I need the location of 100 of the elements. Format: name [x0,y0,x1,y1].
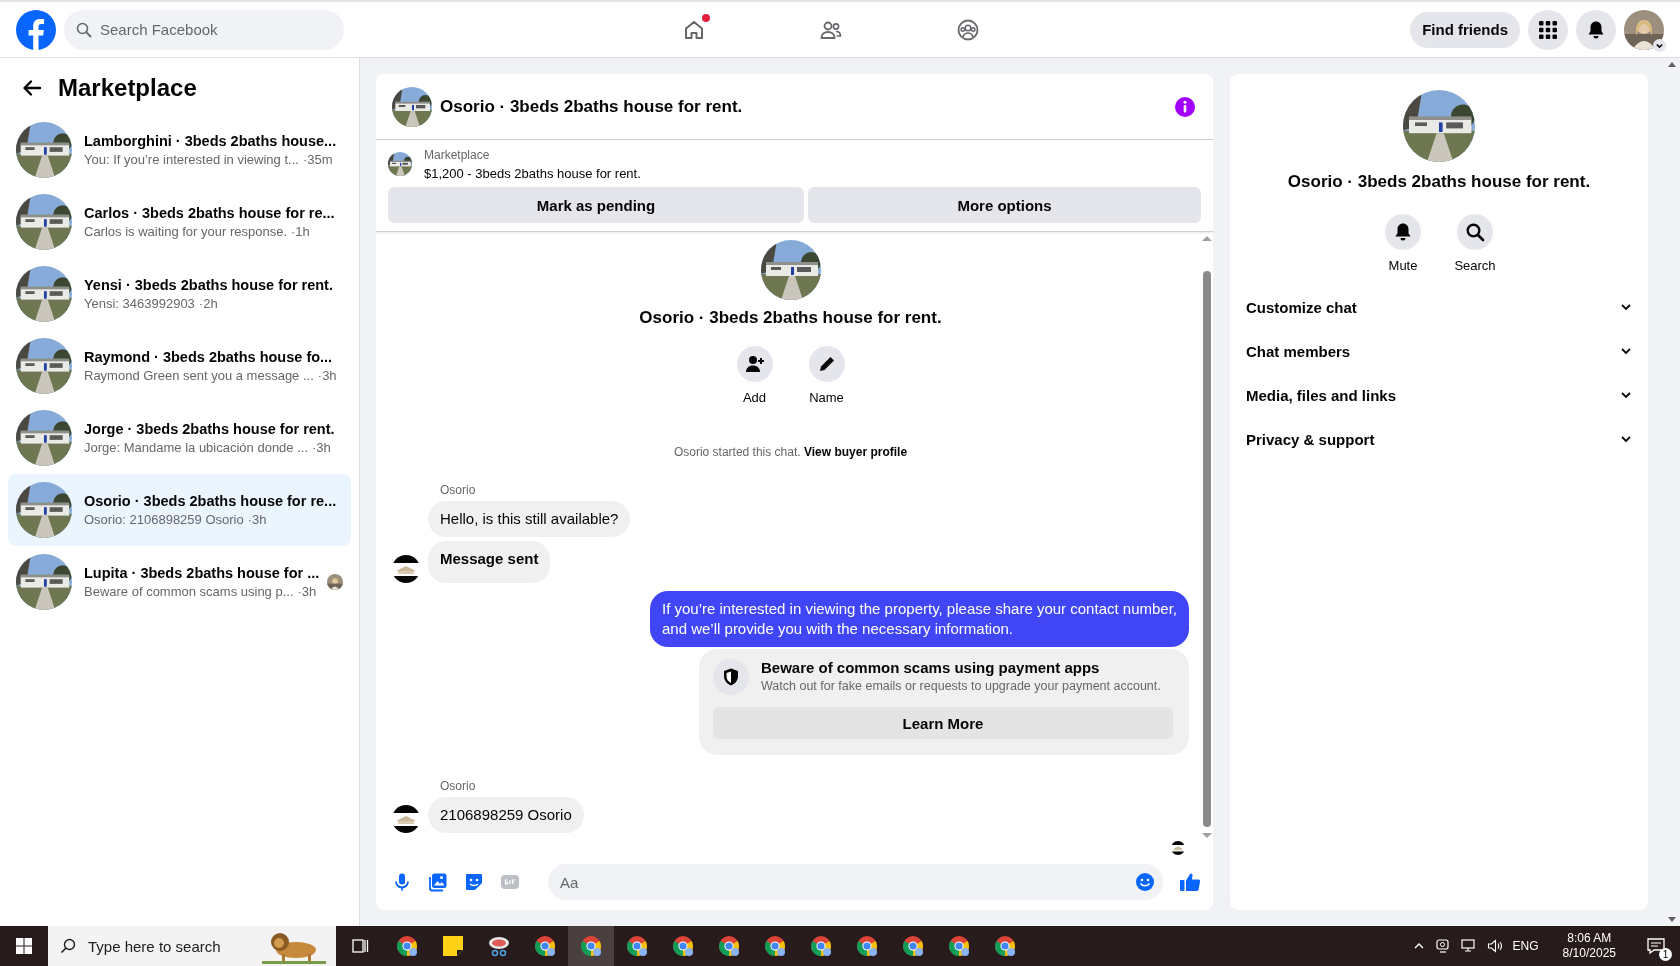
browser-icon [717,934,741,958]
chat-action-label: Name [809,390,844,405]
browser-icon [671,934,695,958]
browser-icon [763,934,787,958]
message-time: ·35m [302,152,333,167]
chat-name: Osorio · 3beds 2baths house for rent. [1287,172,1591,192]
section-header[interactable]: Media, files and links [1246,373,1632,417]
section-header[interactable]: Privacy & support [1246,417,1632,461]
message-preview: Osorio: 2106898259 Osorio [84,512,244,527]
message-time: ·3h [247,512,267,527]
clock-date[interactable]: 8/10/2025 [1562,946,1616,961]
learn-more-button[interactable]: Learn More [713,707,1173,739]
sticky-note-icon [441,934,465,958]
camera-icon[interactable] [1434,938,1451,954]
conversation-item[interactable]: Raymond · 3beds 2baths house fo... Raymond Green sent you a message ... ·3h [8,330,351,402]
conversation-title: Lamborghini · 3beds 2baths house... [84,133,338,149]
task-view-icon[interactable] [351,937,369,955]
browser-icon [533,934,557,958]
sticker-icon[interactable] [464,872,484,892]
chevron-down-icon [1620,301,1632,313]
chat-action-label: Search [1454,258,1496,273]
listing-action-button[interactable]: More options [808,187,1201,223]
groups-icon [955,17,980,42]
logo-icon[interactable] [16,9,56,50]
thumbs-up-icon[interactable] [1179,871,1201,893]
browser-icon [809,934,833,958]
browser-icon [855,934,879,958]
listing-label: Marketplace [424,148,491,162]
bell-icon [1586,19,1606,40]
conversation-title: Carlos · 3beds 2baths house for re... [84,205,336,221]
message-input[interactable]: Aa [548,864,1163,900]
chat-action-button[interactable] [808,346,845,382]
conversation-item[interactable]: Lupita · 3beds 2baths house for ... Beware of common scams using p... ·3h [8,546,351,618]
emoji-icon[interactable] [1135,872,1155,892]
message-bubble: Hello, is this still available? [428,501,631,537]
browser-icon [993,934,1017,958]
message-preview: Yensi: 3463992903 [84,296,195,311]
notification-center-icon[interactable] [1646,936,1666,956]
chat-action-label: Add [742,390,767,405]
photo-icon[interactable] [428,872,448,892]
message-time: ·3h [317,368,337,383]
add-person-icon [744,354,765,374]
section-header[interactable]: Customize chat [1246,285,1632,329]
section-header[interactable]: Chat members [1246,329,1632,373]
message-bubble: 2106898259 Osorio [428,797,584,833]
clock-time[interactable]: 8:06 AM [1567,931,1612,946]
conversation-item[interactable]: Osorio · 3beds 2baths house for re... Osorio: 2106898259 Osorio ·3h [8,474,351,546]
conversation-item[interactable]: Carlos · 3beds 2baths house for re... Carlos is waiting for your response. ·1h [8,186,351,258]
chat-action-button[interactable] [736,346,773,382]
sender-name: Osorio [440,779,477,793]
menu-button[interactable] [1528,9,1568,50]
conversation-title: Osorio · 3beds 2baths house for re... [84,493,338,509]
browser-icon [579,934,603,958]
message-time: ·3h [312,440,331,455]
speaker-icon[interactable] [1486,938,1503,954]
sender-name: Osorio [440,483,477,497]
chat-start-note: Osorio started this chat. View buyer profile [673,445,908,459]
notifications-button[interactable] [1576,9,1616,50]
chevron-down-icon [1620,389,1632,401]
scissors-icon [487,934,511,958]
message-preview: You: If you’re interested in viewing t... [84,152,299,167]
message-bubble: If you’re interested in viewing the property, please share your contact number, and we’ll provide you with the necessary information. [650,591,1189,647]
taskbar-app[interactable] [568,926,614,966]
search-field[interactable]: Search Facebook [64,9,344,50]
chat-action-button[interactable] [1385,214,1421,250]
conversation-item[interactable]: Lamborghini · 3beds 2baths house... You: If you’re interested in viewing t... ·35m [8,114,351,186]
find-friends-button[interactable]: Find friends [1410,11,1520,48]
notification-count: 1 [1659,948,1672,961]
network-icon[interactable] [1460,938,1477,954]
microphone-icon[interactable] [392,872,412,892]
back-arrow-icon[interactable] [22,78,42,98]
chat-name: Osorio · 3beds 2baths house for rent. [639,308,942,328]
notice-text: Watch out for fake emails or requests to upgrade your payment account. [761,679,1161,693]
caret-icon[interactable] [1653,38,1666,52]
conversation-item[interactable]: Jorge · 3beds 2baths house for rent. Jorge: Mandame la ubicación donde ... ·3h [8,402,351,474]
browser-icon [625,934,649,958]
search-icon [1465,222,1485,242]
page-title: Marketplace [58,74,197,102]
search-icon [60,938,76,954]
browser-icon [395,934,419,958]
info-icon[interactable] [1173,94,1197,119]
listing-action-button[interactable]: Mark as pending [388,187,804,223]
language-indicator[interactable]: ENG [1512,939,1539,953]
message-time: ·2h [198,296,218,311]
windows-icon[interactable] [16,938,32,954]
conversation-title: Raymond · 3beds 2baths house fo... [84,349,334,365]
message-bubble: Message sent [428,541,551,583]
grid-icon [1538,19,1558,40]
conversation-item[interactable]: Yensi · 3beds 2baths house for rent. Yensi: 3463992903 ·2h [8,258,351,330]
browser-icon [901,934,925,958]
shield-icon [721,667,741,687]
conversation-title: Yensi · 3beds 2baths house for rent. [84,277,334,293]
bell-icon [1393,222,1413,242]
chat-action-label: Mute [1388,258,1418,273]
buyer-profile-link[interactable]: View buyer profile [803,445,908,459]
listing-title[interactable]: $1,200 - 3beds 2baths house for rent. [424,166,641,181]
chat-action-button[interactable] [1457,214,1493,250]
chat-title: Osorio · 3beds 2baths house for rent. [440,96,743,117]
chevron-down-icon [1620,433,1632,445]
browser-icon [947,934,971,958]
